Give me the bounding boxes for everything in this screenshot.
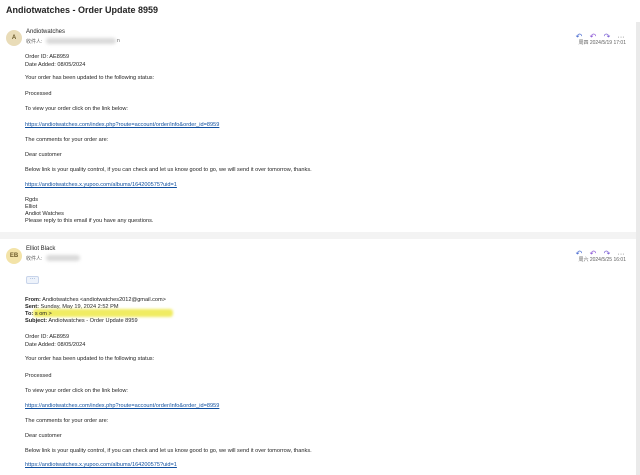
quoted-subject: Subject: Andiotwatches - Order Update 89… bbox=[25, 318, 138, 324]
recipient-label: 收件人: bbox=[26, 256, 43, 262]
view-intro: To view your order click on the link bel… bbox=[25, 106, 128, 112]
signature-company: Andiot Watches bbox=[25, 211, 64, 217]
redacted-highlight bbox=[33, 309, 173, 317]
status-intro: Your order has been updated to the follo… bbox=[25, 75, 155, 81]
message-card-2: EB Elliot Black 收件人: ↶ ↶ ↷ ··· 周六 2024/5/25… bbox=[0, 239, 636, 475]
recipient-label: 收件人: bbox=[26, 39, 43, 45]
quoted-to: To: s om > bbox=[25, 311, 52, 317]
sender-name[interactable]: Elliot Black bbox=[26, 246, 55, 252]
from-value: Andiotwatches <andiotwatches2012@gmail.c… bbox=[42, 297, 166, 303]
show-quoted-button[interactable]: ··· bbox=[26, 276, 39, 284]
message-date: 周六 2024/5/25 16:01 bbox=[578, 257, 626, 263]
order-link[interactable]: https://andiotwatches.com/index.php?rout… bbox=[25, 122, 219, 128]
comment-text: Below link is your quality control, if y… bbox=[25, 448, 312, 454]
album-link[interactable]: https://andiotwatches.x.yupoo.com/albums… bbox=[25, 462, 177, 468]
quoted-from: From: Andiotwatches <andiotwatches2012@g… bbox=[25, 297, 166, 303]
window-titlebar: Andiotwatches - Order Update 8959 bbox=[0, 0, 640, 23]
to-value: s om > bbox=[34, 311, 52, 317]
comments-intro: The comments for your order are: bbox=[25, 137, 109, 143]
comments-intro: The comments for your order are: bbox=[25, 418, 109, 424]
sender-name[interactable]: Andiotwatches bbox=[26, 29, 65, 35]
message-date: 周四 2024/5/19 17:01 bbox=[578, 40, 626, 46]
order-status: Processed bbox=[25, 91, 52, 97]
signature-name: Elliot bbox=[25, 204, 38, 210]
date-added: Date Added: 08/05/2024 bbox=[25, 342, 86, 348]
to-label: To: bbox=[25, 311, 34, 317]
recipient-tail: n bbox=[117, 38, 120, 44]
redacted-recipient bbox=[46, 255, 80, 261]
order-status: Processed bbox=[25, 373, 52, 379]
order-id: Order ID: AE8959 bbox=[25, 334, 70, 340]
message-card-1: A Andiotwatches 收件人: n ↶ ↶ ↷ ··· 周四 2024/5/… bbox=[0, 22, 636, 232]
greeting: Dear customer bbox=[25, 152, 62, 158]
avatar[interactable]: A bbox=[6, 30, 22, 46]
greeting: Dear customer bbox=[25, 433, 62, 439]
order-id: Order ID: AE8959 bbox=[25, 54, 70, 60]
subject-label: Subject: bbox=[25, 318, 48, 324]
email-subject-title: Andiotwatches - Order Update 8959 bbox=[6, 5, 159, 15]
avatar[interactable]: EB bbox=[6, 248, 22, 264]
redacted-recipient bbox=[46, 38, 116, 44]
subject-value: Andiotwatches - Order Update 8959 bbox=[48, 318, 138, 324]
scrollbar[interactable] bbox=[636, 22, 640, 475]
footer-note: Please reply to this email if you have a… bbox=[25, 218, 154, 224]
order-link[interactable]: https://andiotwatches.com/index.php?rout… bbox=[25, 403, 219, 409]
view-intro: To view your order click on the link bel… bbox=[25, 388, 128, 394]
from-label: From: bbox=[25, 297, 41, 303]
date-added: Date Added: 08/05/2024 bbox=[25, 62, 86, 68]
album-link[interactable]: https://andiotwatches.x.yupoo.com/albums… bbox=[25, 182, 177, 188]
comment-text: Below link is your quality control, if y… bbox=[25, 167, 312, 173]
signature-rgds: Rgds bbox=[25, 197, 39, 203]
status-intro: Your order has been updated to the follo… bbox=[25, 356, 155, 362]
